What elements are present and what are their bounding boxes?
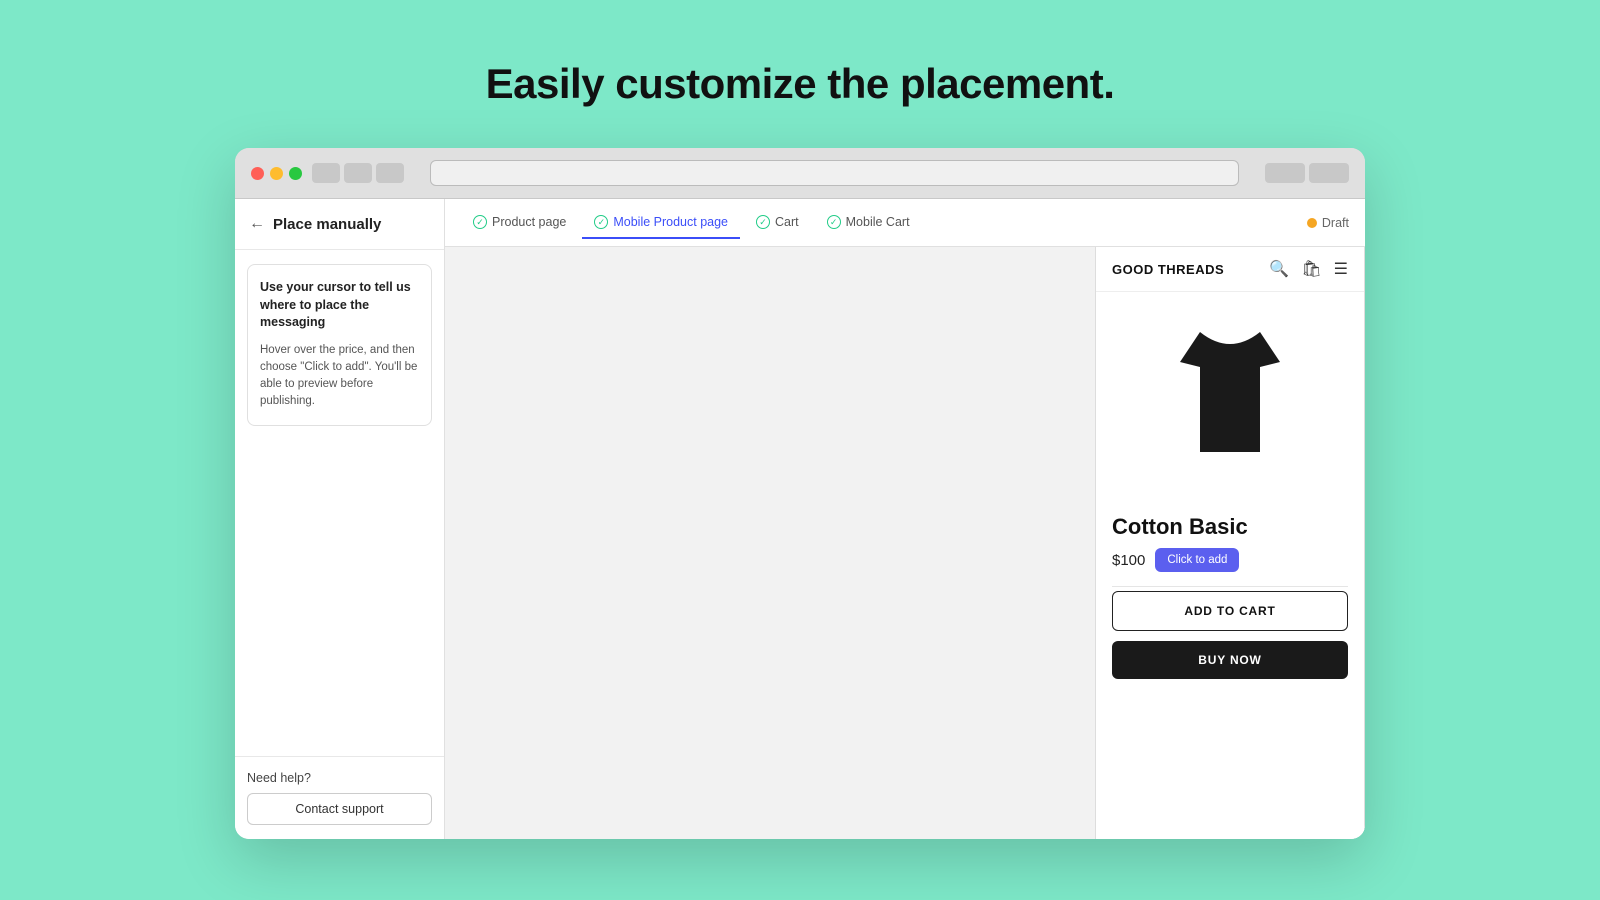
traffic-light-yellow[interactable] xyxy=(270,167,283,180)
click-to-add-tooltip[interactable]: Click to add xyxy=(1155,548,1239,572)
contact-support-button[interactable]: Contact support xyxy=(247,793,432,825)
draft-dot-icon xyxy=(1307,218,1317,228)
phone-header: GOOD THREADS 🔍 🛍 ☰ xyxy=(1096,247,1364,292)
nav-buttons xyxy=(312,163,404,183)
store-name: GOOD THREADS xyxy=(1112,262,1224,277)
nav-back-btn[interactable] xyxy=(312,163,340,183)
traffic-light-red[interactable] xyxy=(251,167,264,180)
instruction-box: Use your cursor to tell us where to plac… xyxy=(247,264,432,426)
tab-label-product-page: Product page xyxy=(492,215,566,229)
phone-icons: 🔍 🛍 ☰ xyxy=(1269,259,1348,279)
tab-mobile-cart[interactable]: ✓ Mobile Cart xyxy=(815,207,922,239)
draft-badge: Draft xyxy=(1307,216,1349,230)
tab-check-cart: ✓ xyxy=(756,215,770,229)
product-image-area xyxy=(1096,292,1364,502)
browser-chrome xyxy=(235,148,1365,199)
nav-refresh-btn[interactable] xyxy=(376,163,404,183)
phone-mockup: GOOD THREADS 🔍 🛍 ☰ xyxy=(1095,247,1365,839)
sidebar: ← Place manually Use your cursor to tell… xyxy=(235,199,445,839)
draft-label: Draft xyxy=(1322,216,1349,230)
preview-area: GOOD THREADS 🔍 🛍 ☰ xyxy=(445,247,1365,839)
price-row: $100 Click to add xyxy=(1112,548,1348,572)
buy-now-button[interactable]: BUY NOW xyxy=(1112,641,1348,679)
browser-window: ← Place manually Use your cursor to tell… xyxy=(235,148,1365,839)
tab-label-cart: Cart xyxy=(775,215,799,229)
menu-icon[interactable]: ☰ xyxy=(1334,259,1348,279)
url-bar[interactable] xyxy=(430,160,1239,186)
price-divider xyxy=(1112,586,1348,587)
browser-action-1[interactable] xyxy=(1265,163,1305,183)
left-preview-panel xyxy=(445,247,1095,839)
tab-check-mobile-product-page: ✓ xyxy=(594,215,608,229)
sidebar-bottom: Need help? Contact support xyxy=(235,756,444,839)
product-name: Cotton Basic xyxy=(1112,514,1348,540)
instruction-body: Hover over the price, and then choose "C… xyxy=(260,342,419,411)
sidebar-header: ← Place manually xyxy=(235,199,444,250)
tabs-bar: ✓ Product page ✓ Mobile Product page ✓ C… xyxy=(445,199,1365,247)
browser-action-2[interactable] xyxy=(1309,163,1349,183)
tab-check-mobile-cart: ✓ xyxy=(827,215,841,229)
tab-cart[interactable]: ✓ Cart xyxy=(744,207,811,239)
product-price: $100 xyxy=(1112,552,1145,569)
content-area: ✓ Product page ✓ Mobile Product page ✓ C… xyxy=(445,199,1365,839)
product-info: Cotton Basic $100 Click to add xyxy=(1096,502,1364,586)
add-to-cart-button[interactable]: ADD TO CART xyxy=(1112,591,1348,631)
tab-label-mobile-product-page: Mobile Product page xyxy=(613,215,728,229)
product-image xyxy=(1170,322,1290,472)
tab-product-page[interactable]: ✓ Product page xyxy=(461,207,578,239)
browser-actions xyxy=(1265,163,1349,183)
tab-mobile-product-page[interactable]: ✓ Mobile Product page xyxy=(582,207,740,239)
traffic-lights xyxy=(251,167,302,180)
instruction-heading: Use your cursor to tell us where to plac… xyxy=(260,279,419,332)
tab-label-mobile-cart: Mobile Cart xyxy=(846,215,910,229)
tabs-left: ✓ Product page ✓ Mobile Product page ✓ C… xyxy=(461,207,922,238)
cart-icon[interactable]: 🛍 xyxy=(1301,259,1321,279)
tab-check-product-page: ✓ xyxy=(473,215,487,229)
sidebar-title: Place manually xyxy=(273,216,381,233)
page-heading: Easily customize the placement. xyxy=(486,60,1115,108)
nav-forward-btn[interactable] xyxy=(344,163,372,183)
back-arrow-icon[interactable]: ← xyxy=(249,215,265,233)
traffic-light-green[interactable] xyxy=(289,167,302,180)
need-help-label: Need help? xyxy=(247,771,432,785)
app-body: ← Place manually Use your cursor to tell… xyxy=(235,199,1365,839)
search-icon[interactable]: 🔍 xyxy=(1269,259,1289,279)
